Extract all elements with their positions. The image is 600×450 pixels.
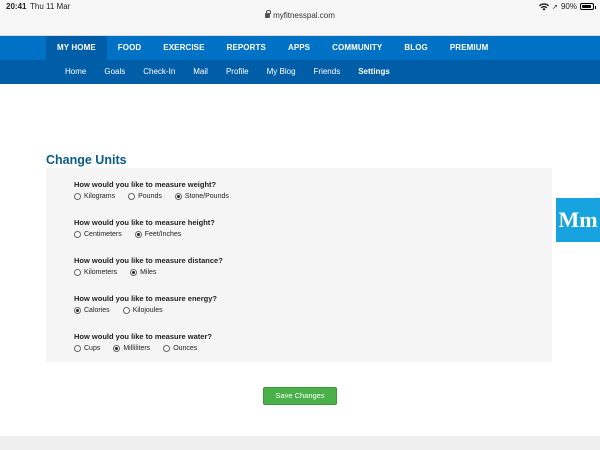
subnav-tab-home[interactable]: Home (56, 60, 95, 84)
nav-tab-apps[interactable]: APPS (277, 36, 321, 60)
radio-label: Miles (140, 269, 157, 276)
radio-option-milliliters[interactable]: Milliliters (113, 345, 150, 352)
radio-button[interactable] (74, 231, 81, 238)
battery-percent: 90% (560, 2, 577, 11)
nav-tab-reports[interactable]: REPORTS (216, 36, 277, 60)
radio-option-pounds[interactable]: Pounds (128, 193, 162, 200)
radio-button[interactable] (74, 307, 81, 314)
radio-group: Cups Milliliters Ounces (74, 345, 210, 352)
radio-option-kilograms[interactable]: Kilograms (74, 193, 115, 200)
question-label: How would you like to measure height? (74, 218, 215, 227)
radio-label: Feet/Inches (144, 231, 182, 238)
question-label: How would you like to measure energy? (74, 294, 217, 303)
nav-tab-premium[interactable]: PREMIUM (439, 36, 499, 60)
question-label: How would you like to measure weight? (74, 180, 217, 189)
radio-option-kilojoules[interactable]: Kilojoules (122, 307, 163, 314)
nav-tab-my-home[interactable]: MY HOME (46, 36, 107, 60)
radio-button[interactable] (74, 345, 81, 352)
radio-button[interactable] (122, 307, 130, 314)
browser-bar: 20:41 Thu 11 Mar myfitnesspal.com ➚ 90% (0, 0, 600, 36)
subnav-tab-mail[interactable]: Mail (184, 60, 217, 84)
subnav-tab-goals[interactable]: Goals (95, 60, 134, 84)
radio-group: Centimeters Feet/Inches (74, 231, 194, 238)
radio-option-feet-inches[interactable]: Feet/Inches (134, 231, 182, 238)
subnav-tab-profile[interactable]: Profile (217, 60, 258, 84)
radio-label: Kilometers (84, 269, 118, 276)
primary-nav: MY HOME FOOD EXERCISE REPORTS APPS COMMUNITY B… (0, 36, 600, 60)
subnav-tab-settings[interactable]: Settings (349, 60, 399, 84)
radio-button[interactable] (128, 193, 136, 200)
footer (0, 436, 600, 450)
radio-button[interactable] (113, 345, 121, 352)
radio-button[interactable] (74, 269, 81, 276)
radio-option-cups[interactable]: Cups (74, 345, 100, 352)
subnav-tab-check-in[interactable]: Check-In (134, 60, 184, 84)
battery-fill (582, 5, 591, 8)
radio-button[interactable] (74, 193, 81, 200)
radio-label: Calories (84, 307, 110, 314)
url-bar[interactable]: myfitnesspal.com (0, 10, 600, 20)
radio-option-calories[interactable]: Calories (74, 307, 110, 314)
wifi-icon (539, 2, 550, 10)
question-label: How would you like to measure distance? (74, 256, 223, 265)
radio-button[interactable] (163, 345, 171, 352)
battery-icon (580, 3, 596, 10)
radio-option-centimeters[interactable]: Centimeters (74, 231, 122, 238)
radio-label: Ounces (173, 345, 198, 352)
nav-tab-exercise[interactable]: EXERCISE (152, 36, 215, 60)
radio-button[interactable] (174, 193, 182, 200)
radio-label: Milliliters (123, 345, 151, 352)
ad-banner[interactable]: Mm ▷✕ (104, 98, 600, 244)
status-time: 20:41 (6, 2, 27, 11)
location-icon: ➚ (552, 3, 558, 11)
adchoices-icon[interactable]: ▷✕ (589, 196, 600, 204)
radio-label: Centimeters (84, 231, 122, 238)
status-date: Thu 11 Mar (30, 2, 71, 11)
save-changes-button[interactable]: Save Changes (263, 387, 337, 405)
nav-tab-community[interactable]: COMMUNITY (321, 36, 393, 60)
radio-label: Cups (84, 345, 101, 352)
radio-option-ounces[interactable]: Ounces (163, 345, 197, 352)
radio-group: Kilograms Pounds Stone/Pounds (74, 193, 242, 200)
radio-label: Stone/Pounds (184, 193, 229, 200)
radio-label: Pounds (138, 193, 162, 200)
radio-button[interactable] (130, 269, 138, 276)
subnav-tab-my-blog[interactable]: My Blog (258, 60, 305, 84)
radio-option-stone-pounds[interactable]: Stone/Pounds (174, 193, 229, 200)
secondary-nav: Home Goals Check-In Mail Profile My Blog Frien… (0, 60, 600, 84)
lock-icon (265, 10, 271, 18)
ad-brand-logo[interactable]: Mm (556, 198, 600, 242)
radio-option-kilometers[interactable]: Kilometers (74, 269, 117, 276)
radio-label: Kilograms (84, 193, 116, 200)
radio-label: Kilojoules (132, 307, 163, 314)
nav-tab-food[interactable]: FOOD (107, 36, 153, 60)
nav-tab-blog[interactable]: BLOG (393, 36, 439, 60)
radio-button[interactable] (134, 231, 142, 238)
subnav-tab-friends[interactable]: Friends (305, 60, 350, 84)
page-title: Change Units (46, 153, 127, 167)
radio-option-miles[interactable]: Miles (130, 269, 156, 276)
url-text: myfitnesspal.com (273, 11, 335, 20)
radio-group: Kilometers Miles (74, 269, 169, 276)
question-label: How would you like to measure water? (74, 332, 212, 341)
radio-group: Calories Kilojoules (74, 307, 176, 314)
